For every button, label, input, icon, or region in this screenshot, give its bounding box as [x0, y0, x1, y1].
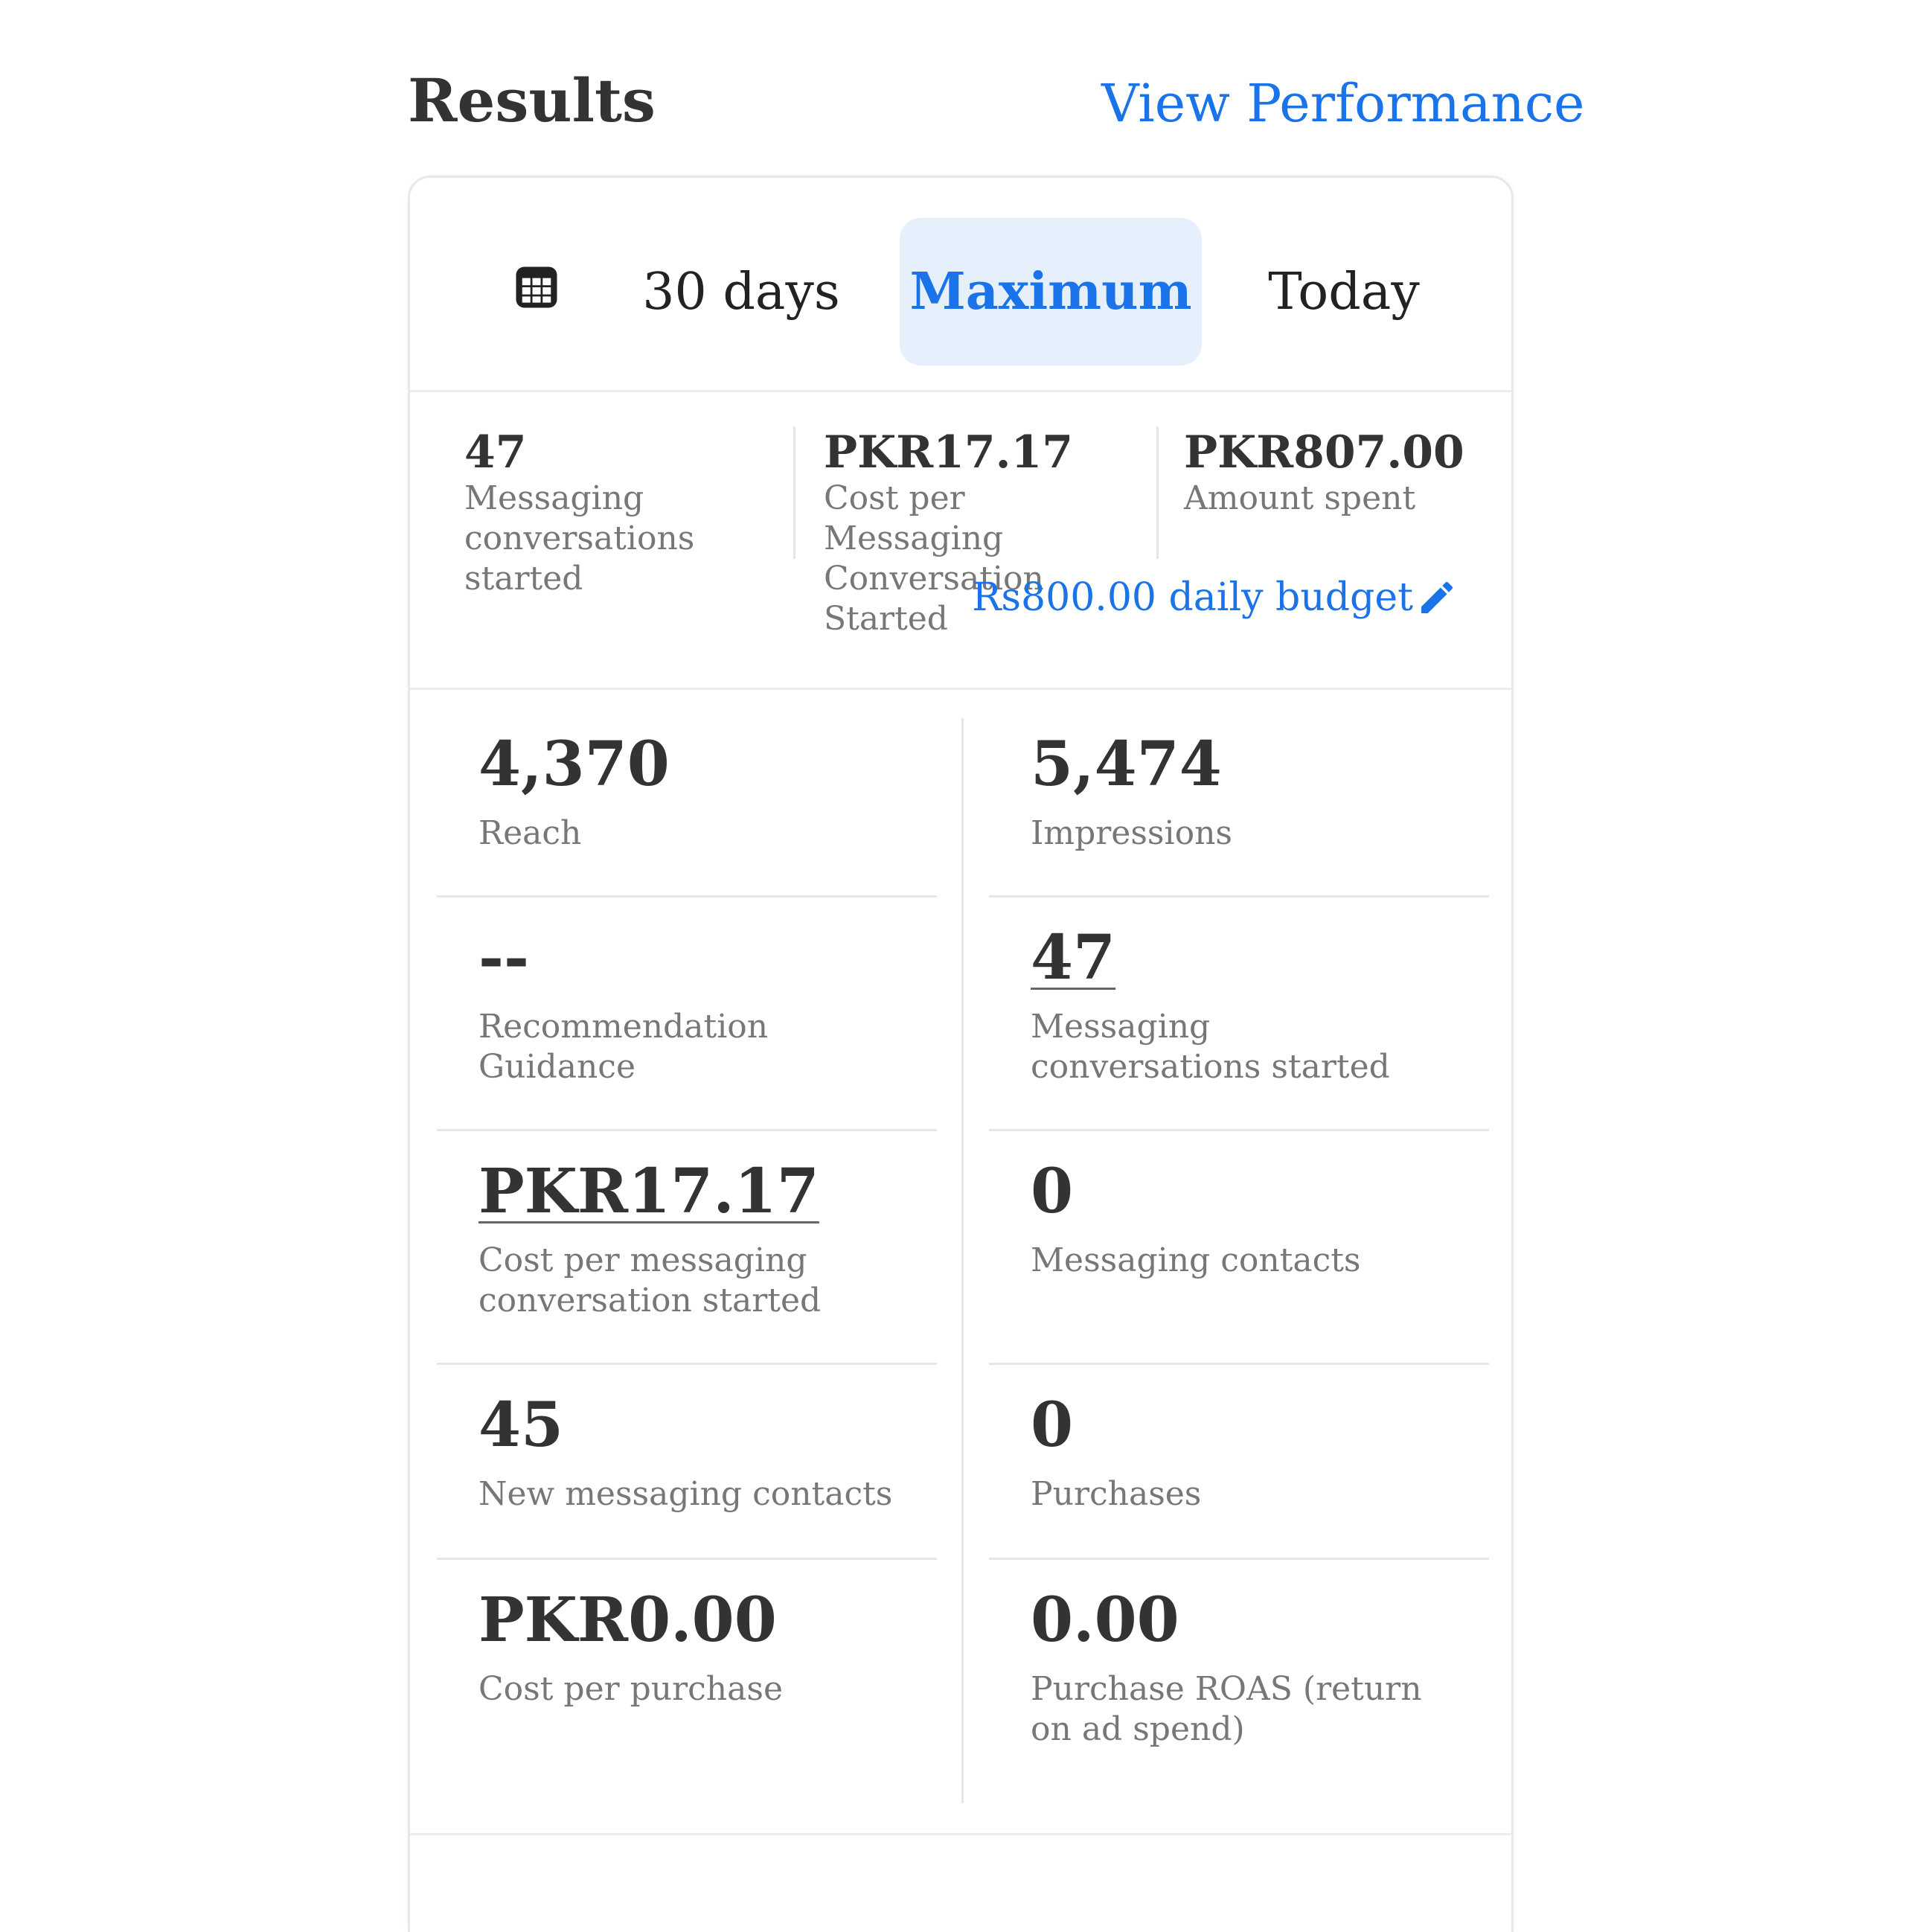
daily-budget-text: Rs800.00 daily budget	[972, 575, 1413, 620]
view-performance-link[interactable]: View Performance	[1101, 73, 1584, 134]
summary-label: Messaging conversations started	[464, 479, 695, 598]
pencil-icon[interactable]	[1416, 577, 1458, 618]
divider	[989, 1558, 1489, 1560]
calendar-icon[interactable]	[512, 263, 561, 312]
metric-value-link[interactable]: 47	[1031, 922, 1115, 994]
metric-value: PKR0.00	[478, 1584, 777, 1656]
summary-label: Amount spent	[1184, 479, 1416, 517]
date-range-selector: 30 days Maximum Today	[410, 178, 1511, 392]
metric-label: Messaging conversations started	[1031, 1008, 1390, 1086]
divider	[989, 895, 1489, 898]
metric-label: Cost per messaging conversation started	[478, 1241, 822, 1320]
metric-label: Purchases	[1031, 1475, 1202, 1513]
metric-label: Purchase ROAS (return on ad spend)	[1031, 1670, 1422, 1748]
tab-maximum[interactable]: Maximum	[900, 218, 1202, 365]
metric-label: Messaging contacts	[1031, 1241, 1361, 1279]
metric-value-link[interactable]: PKR17.17	[478, 1156, 819, 1227]
metric-label: Impressions	[1031, 814, 1232, 852]
metric-label: New messaging contacts	[478, 1475, 893, 1513]
metric-label: Recommendation Guidance	[478, 1008, 769, 1086]
divider	[410, 1833, 1511, 1835]
divider	[1156, 426, 1159, 559]
tab-today[interactable]: Today	[1221, 218, 1467, 365]
metric-value: 0	[1031, 1156, 1074, 1227]
divider	[793, 426, 795, 559]
metric-value: 0	[1031, 1389, 1074, 1461]
metric-value: --	[478, 922, 530, 994]
summary-amount-spent: PKR807.00 Amount spent	[1184, 428, 1482, 519]
divider	[437, 1129, 937, 1131]
results-title: Results	[408, 65, 656, 135]
summary-section: 47 Messaging conversations started PKR17…	[410, 392, 1511, 690]
summary-value: PKR807.00	[1184, 426, 1464, 479]
metric-value: 5,474	[1031, 729, 1222, 800]
divider	[989, 1129, 1489, 1131]
divider	[437, 1363, 937, 1365]
divider	[989, 1363, 1489, 1365]
summary-messaging-conversations: 47 Messaging conversations started	[464, 428, 777, 599]
daily-budget-link[interactable]: Rs800.00 daily budget	[972, 575, 1458, 620]
metric-value: 45	[478, 1389, 564, 1461]
metric-value: 4,370	[478, 729, 670, 800]
divider	[961, 718, 964, 1803]
tab-30-days[interactable]: 30 days	[603, 218, 879, 365]
metrics-grid: 4,370 Reach 5,474 Impressions -- Recomme…	[410, 690, 1511, 1851]
metric-label: Cost per purchase	[478, 1670, 783, 1708]
metric-value: 0.00	[1031, 1584, 1179, 1656]
divider	[437, 1558, 937, 1560]
summary-value: 47	[464, 426, 527, 479]
results-card: 30 days Maximum Today 47 Messaging conve…	[408, 176, 1514, 1932]
summary-value: PKR17.17	[824, 426, 1074, 479]
divider	[437, 895, 937, 898]
metric-label: Reach	[478, 814, 582, 852]
